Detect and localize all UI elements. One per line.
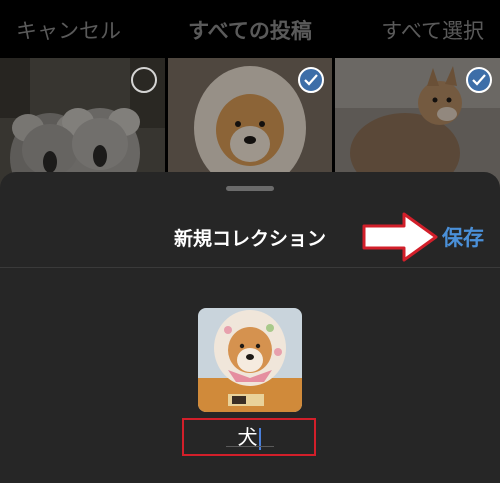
photo-grid (0, 58, 500, 188)
arrow-annotation-icon (362, 212, 438, 262)
shiba-cover-photo (198, 308, 302, 412)
select-all-button[interactable]: すべて選択 (381, 15, 484, 45)
grid-photo-shiba[interactable] (168, 58, 332, 188)
select-circle-icon[interactable] (131, 67, 157, 93)
sheet-grabber[interactable] (226, 186, 274, 191)
grid-photo-koala[interactable] (0, 58, 165, 188)
collection-cover-thumbnail[interactable] (198, 308, 302, 412)
collection-name-highlight: 犬 (182, 418, 316, 456)
divider (0, 267, 500, 268)
check-icon[interactable] (298, 67, 324, 93)
grid-photo-wet-dog[interactable] (335, 58, 500, 188)
new-collection-sheet: 新規コレクション 保存 犬 (0, 172, 500, 483)
top-bar: キャンセル すべての投稿 すべて選択 (0, 0, 500, 58)
save-button[interactable]: 保存 (442, 222, 484, 252)
collection-name-input[interactable]: 犬 (184, 420, 314, 454)
check-icon[interactable] (466, 67, 492, 93)
input-underline (226, 446, 274, 447)
